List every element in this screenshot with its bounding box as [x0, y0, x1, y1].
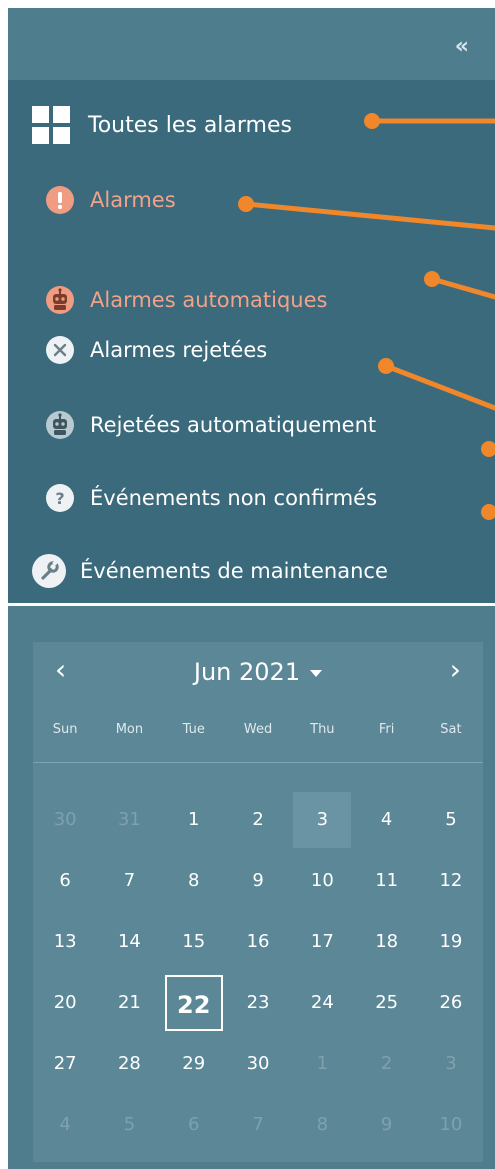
calendar-day[interactable]: 19 — [422, 914, 480, 970]
calendar-day[interactable]: 8 — [165, 853, 223, 909]
calendar-day[interactable]: 22 — [164, 975, 223, 1031]
nav-item-label: Alarmes rejetées — [90, 338, 268, 362]
robot-icon — [46, 411, 74, 439]
calendar-separator — [33, 762, 483, 763]
calendar-day[interactable]: 18 — [358, 914, 416, 970]
robot-icon — [46, 286, 74, 314]
weekday-label: Tue — [182, 722, 205, 737]
calendar-day[interactable]: 20 — [36, 975, 94, 1031]
calendar-day[interactable]: 9 — [229, 853, 287, 909]
calendar-day[interactable]: 3 — [293, 792, 352, 848]
weekday-label: Thu — [310, 722, 335, 737]
calendar-day[interactable]: 29 — [165, 1036, 223, 1092]
nav-item-label: Événements de maintenance — [80, 559, 388, 583]
calendar-section: ‹ Jun 2021 › Sun Mon Tue Wed Thu Fri Sat 30 31 1… — [8, 606, 495, 1169]
weekday-label: Sat — [440, 722, 462, 737]
month-year-selector[interactable]: Jun 2021 — [33, 658, 483, 686]
weekday-label: Mon — [115, 722, 144, 737]
calendar-day-outside-month[interactable]: 5 — [100, 1097, 158, 1153]
weekday-label: Fri — [378, 722, 395, 737]
alarm-navigation: Toutes les alarmes Alarmes Alarmes autom… — [8, 80, 495, 605]
nav-item-label: Rejetées automatiquement — [90, 413, 377, 437]
panel-header: « — [8, 8, 495, 80]
month-label: Jun 2021 — [193, 658, 301, 686]
wrench-icon — [32, 554, 66, 588]
next-month-button[interactable]: › — [450, 656, 461, 684]
reject-x-icon — [46, 336, 74, 364]
nav-item-automatic-alarms[interactable]: Alarmes automatiques — [46, 275, 327, 325]
nav-item-alarms[interactable]: Alarmes — [46, 175, 176, 225]
calendar-day-outside-month[interactable]: 2 — [358, 1036, 416, 1092]
calendar-day[interactable]: 17 — [293, 914, 351, 970]
calendar-day[interactable]: 11 — [358, 853, 416, 909]
calendar-day-outside-month[interactable]: 6 — [165, 1097, 223, 1153]
calendar-day[interactable]: 23 — [229, 975, 287, 1031]
dashboard-grid-icon — [32, 106, 70, 144]
calendar-day[interactable]: 4 — [358, 792, 416, 848]
question-icon: ? — [46, 484, 74, 512]
weekday-label: Sun — [52, 722, 78, 737]
nav-item-maintenance-events[interactable]: Événements de maintenance — [32, 546, 388, 596]
calendar-header: ‹ Jun 2021 › — [33, 642, 483, 702]
calendar-day[interactable]: 21 — [100, 975, 158, 1031]
calendar-day[interactable]: 16 — [229, 914, 287, 970]
calendar-day-outside-month[interactable]: 9 — [358, 1097, 416, 1153]
exclamation-icon — [46, 186, 74, 214]
calendar-day-outside-month[interactable]: 31 — [100, 792, 158, 848]
nav-item-label: Alarmes automatiques — [90, 288, 328, 312]
calendar-day[interactable]: 5 — [422, 792, 480, 848]
calendar-day[interactable]: 13 — [36, 914, 94, 970]
calendar-day[interactable]: 7 — [100, 853, 158, 909]
calendar-day[interactable]: 26 — [422, 975, 480, 1031]
calendar-day[interactable]: 10 — [293, 853, 351, 909]
calendar-day-outside-month[interactable]: 30 — [36, 792, 94, 848]
calendar-day[interactable]: 2 — [229, 792, 287, 848]
nav-item-all-alarms[interactable]: Toutes les alarmes — [32, 100, 292, 150]
calendar-day[interactable]: 30 — [229, 1036, 287, 1092]
calendar-day-outside-month[interactable]: 7 — [229, 1097, 287, 1153]
date-picker-calendar: ‹ Jun 2021 › Sun Mon Tue Wed Thu Fri Sat 30 31 1… — [33, 642, 483, 1162]
calendar-day-outside-month[interactable]: 1 — [293, 1036, 351, 1092]
nav-item-label: Toutes les alarmes — [88, 112, 292, 138]
calendar-day[interactable]: 12 — [422, 853, 480, 909]
nav-item-unconfirmed-events[interactable]: ? Événements non confirmés — [46, 473, 377, 523]
nav-item-auto-rejected[interactable]: Rejetées automatiquement — [46, 400, 376, 450]
weekday-label: Wed — [243, 722, 273, 737]
calendar-day-outside-month[interactable]: 10 — [422, 1097, 480, 1153]
nav-item-label: Événements non confirmés — [90, 486, 378, 510]
calendar-day[interactable]: 25 — [358, 975, 416, 1031]
caret-down-icon — [310, 669, 323, 677]
calendar-day[interactable]: 24 — [293, 975, 351, 1031]
calendar-day[interactable]: 27 — [36, 1036, 94, 1092]
calendar-day[interactable]: 14 — [100, 914, 158, 970]
calendar-day-outside-month[interactable]: 8 — [293, 1097, 351, 1153]
calendar-day[interactable]: 1 — [165, 792, 223, 848]
calendar-day[interactable]: 6 — [36, 853, 94, 909]
svg-text:?: ? — [55, 489, 64, 508]
calendar-day[interactable]: 15 — [165, 914, 223, 970]
calendar-day[interactable]: 28 — [100, 1036, 158, 1092]
alarm-side-panel: « Toutes les alarmes Alarmes Alarmes aut… — [0, 0, 495, 1169]
nav-item-label: Alarmes — [90, 188, 176, 212]
nav-item-rejected-alarms[interactable]: Alarmes rejetées — [46, 325, 267, 375]
calendar-day-outside-month[interactable]: 4 — [36, 1097, 94, 1153]
calendar-day-outside-month[interactable]: 3 — [422, 1036, 480, 1092]
collapse-panel-button[interactable]: « — [455, 36, 469, 58]
